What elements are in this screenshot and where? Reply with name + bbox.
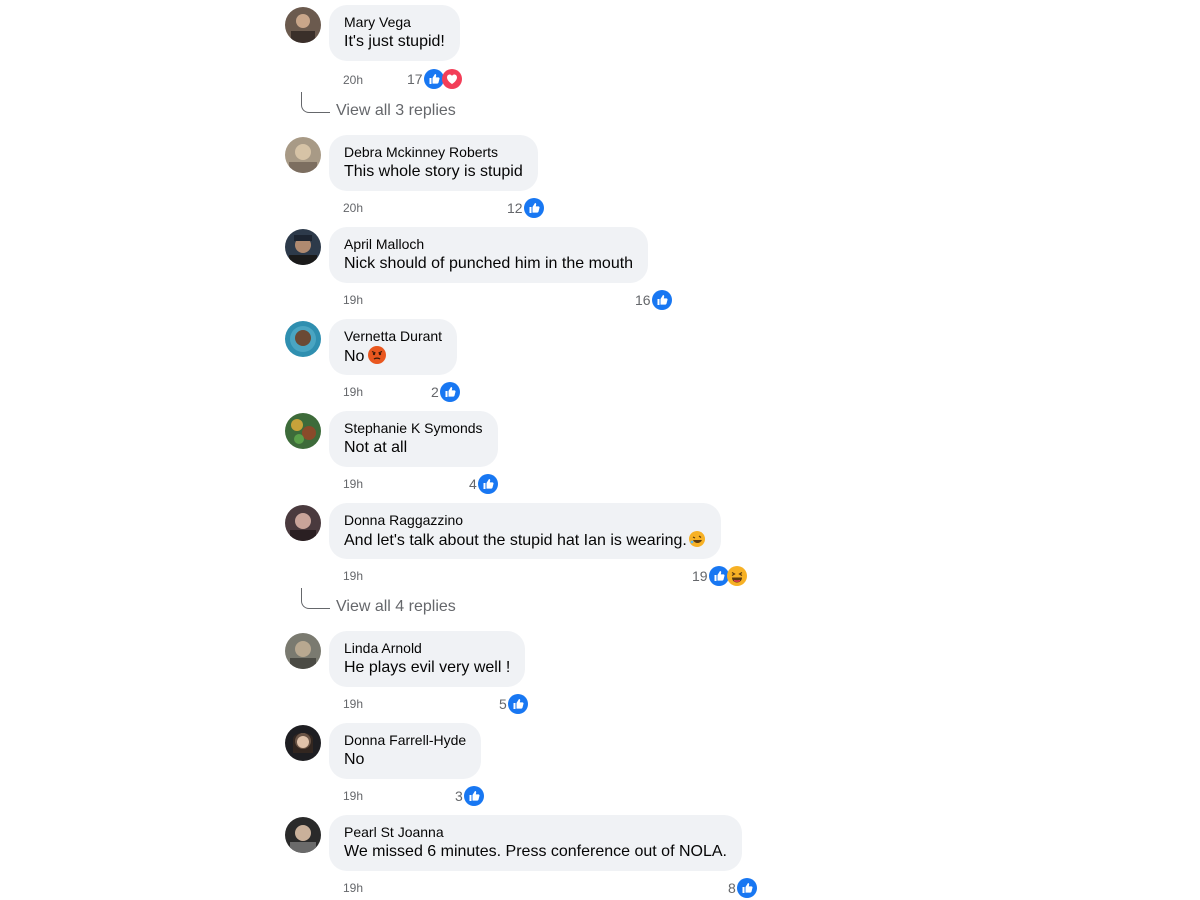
reaction-count: 2 (431, 384, 439, 400)
reaction-count: 17 (407, 71, 423, 87)
like-icon (507, 694, 528, 714)
avatar[interactable] (285, 817, 321, 853)
comment-time[interactable]: 19h (343, 293, 363, 307)
angry-face-icon (368, 346, 387, 364)
comment-text-value: And let's talk about the stupid hat Ian … (344, 532, 687, 549)
reaction-count: 16 (635, 292, 651, 308)
avatar[interactable] (285, 229, 321, 265)
comment-bubble: Donna Raggazzino And let's talk about th… (329, 503, 721, 559)
avatar[interactable] (285, 633, 321, 669)
reaction-summary[interactable]: 19 (692, 566, 747, 586)
comment-time[interactable]: 20h (343, 73, 363, 87)
reaction-count: 19 (692, 568, 708, 584)
comment-text-value: No (344, 348, 365, 365)
avatar[interactable] (285, 505, 321, 541)
comment-text: No (344, 751, 365, 768)
comment-author[interactable]: Linda Arnold (344, 640, 510, 657)
reaction-summary[interactable]: 3 (455, 786, 484, 806)
like-icon (463, 786, 484, 806)
reaction-summary[interactable]: 17 (407, 69, 462, 89)
avatar[interactable] (285, 321, 321, 357)
reaction-count: 5 (499, 696, 507, 712)
love-icon (441, 69, 462, 89)
comment-bubble: Debra Mckinney Roberts This whole story … (329, 135, 538, 191)
like-icon (708, 566, 729, 586)
comment-time[interactable]: 19h (343, 789, 363, 803)
avatar[interactable] (285, 413, 321, 449)
comment-bubble: Vernetta Durant No (329, 319, 458, 375)
comment-author[interactable]: April Malloch (344, 236, 633, 253)
comment-time[interactable]: 19h (343, 697, 363, 711)
avatar[interactable] (285, 7, 321, 43)
comment-author[interactable]: Donna Raggazzino (344, 512, 706, 529)
comment-text: It's just stupid! (344, 33, 445, 50)
comment-bubble: Donna Farrell-Hyde No (329, 723, 482, 779)
like-icon (423, 69, 444, 89)
comment-bubble: Mary Vega It's just stupid! (329, 5, 460, 61)
reaction-summary[interactable]: 5 (499, 694, 528, 714)
reaction-summary[interactable]: 16 (635, 290, 672, 310)
comment-bubble: Stephanie K Symonds Not at all (329, 411, 498, 467)
comment-author[interactable]: Donna Farrell-Hyde (344, 732, 466, 749)
rofl-emoji-icon (688, 531, 705, 547)
comment-text: And let's talk about the stupid hat Ian … (344, 530, 706, 551)
comment-bubble: Linda Arnold He plays evil very well ! (329, 631, 526, 687)
reaction-count: 3 (455, 788, 463, 804)
avatar[interactable] (285, 725, 321, 761)
haha-icon (726, 566, 747, 586)
like-icon (439, 382, 460, 402)
reaction-summary[interactable]: 12 (507, 198, 544, 218)
like-icon (477, 474, 498, 494)
reaction-summary[interactable]: 2 (431, 382, 460, 402)
like-icon (736, 878, 757, 898)
comment-time[interactable]: 19h (343, 477, 363, 491)
view-replies-label[interactable]: View all 3 replies (336, 102, 456, 120)
comment-text: Nick should of punched him in the mouth (344, 255, 634, 272)
comment-text: He plays evil very well ! (344, 659, 511, 676)
comment-bubble: April Malloch Nick should of punched him… (329, 227, 649, 283)
reaction-count: 4 (469, 476, 477, 492)
reaction-summary[interactable]: 8 (728, 878, 757, 898)
comment-author[interactable]: Stephanie K Symonds (344, 420, 483, 437)
comment-text: Not at all (344, 439, 408, 456)
comment-time[interactable]: 20h (343, 201, 363, 215)
reaction-count: 12 (507, 200, 523, 216)
comment-time[interactable]: 19h (343, 385, 363, 399)
view-replies-label[interactable]: View all 4 replies (336, 598, 456, 616)
comment-author[interactable]: Mary Vega (344, 14, 445, 31)
comment-bubble: Pearl St Joanna We missed 6 minutes. Pre… (329, 815, 742, 871)
comment-author[interactable]: Pearl St Joanna (344, 824, 727, 841)
comment-text: This whole story is stupid (344, 163, 523, 180)
comment-time[interactable]: 19h (343, 881, 363, 895)
reply-connector (301, 92, 330, 113)
comment-author[interactable]: Vernetta Durant (344, 328, 442, 345)
comment-author[interactable]: Debra Mckinney Roberts (344, 144, 523, 161)
comment-time[interactable]: 19h (343, 569, 363, 583)
like-icon (523, 198, 544, 218)
like-icon (651, 290, 672, 310)
reply-connector (301, 588, 330, 609)
reaction-summary[interactable]: 4 (469, 474, 498, 494)
reaction-count: 8 (728, 880, 736, 896)
avatar[interactable] (285, 137, 321, 173)
comment-text: No (344, 346, 442, 367)
comment-text: We missed 6 minutes. Press conference ou… (344, 843, 727, 860)
